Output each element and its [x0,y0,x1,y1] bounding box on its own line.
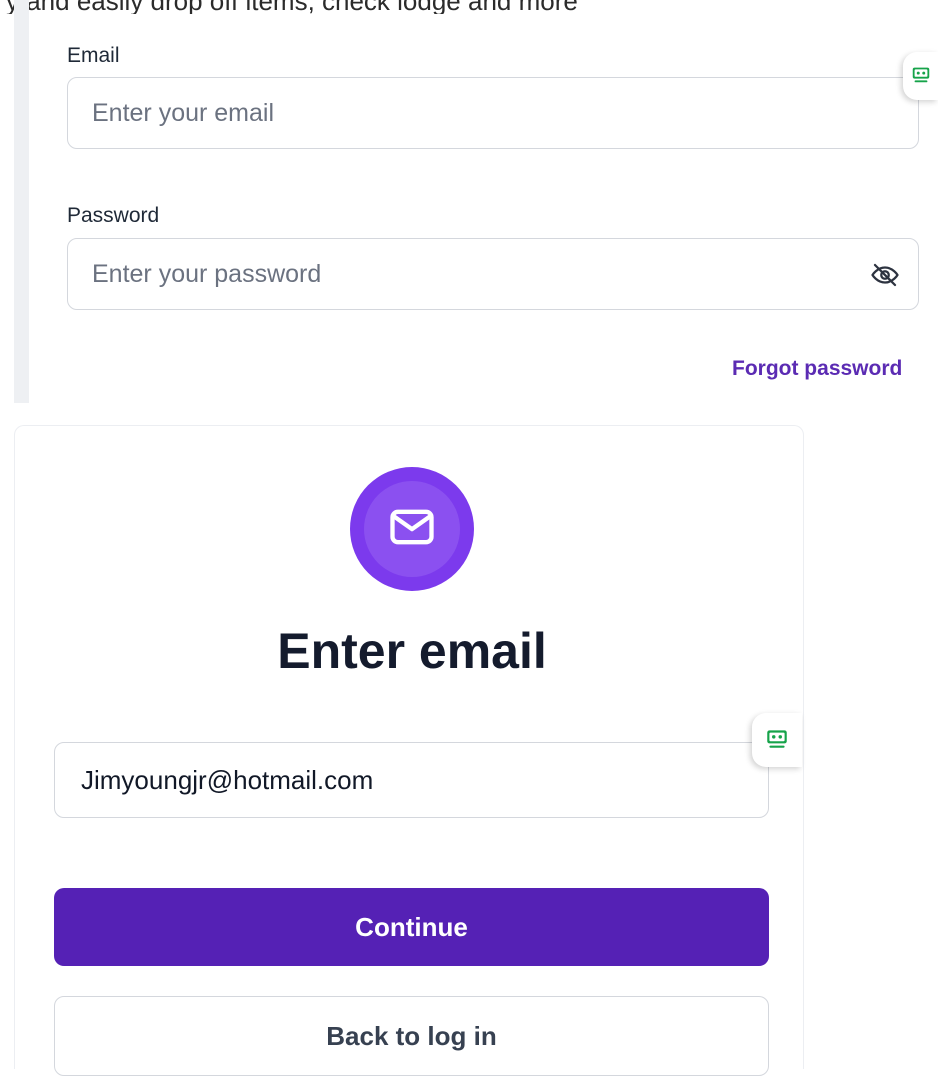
password-input[interactable] [67,238,919,310]
page-left-rail [14,0,29,403]
modal-email-input[interactable] [54,742,769,818]
back-to-login-button[interactable]: Back to log in [54,996,769,1076]
top-cutoff-text-container: y and easily drop off items, check lodge… [0,0,938,14]
robot-icon [910,63,932,90]
email-input[interactable] [67,77,919,149]
continue-button[interactable]: Continue [54,888,769,966]
forgot-password-link[interactable]: Forgot password [732,357,902,381]
modal-title: Enter email [277,623,547,679]
envelope-badge [350,467,474,591]
top-cutoff-text: y and easily drop off items, check lodge… [6,0,578,14]
email-label: Email [67,44,120,67]
eye-off-icon[interactable] [869,259,901,291]
extension-tab-modal[interactable] [752,713,802,767]
envelope-icon [386,501,438,558]
robot-icon [764,725,790,756]
section-divider [0,403,938,425]
password-label: Password [67,204,160,227]
extension-tab[interactable] [903,52,938,100]
